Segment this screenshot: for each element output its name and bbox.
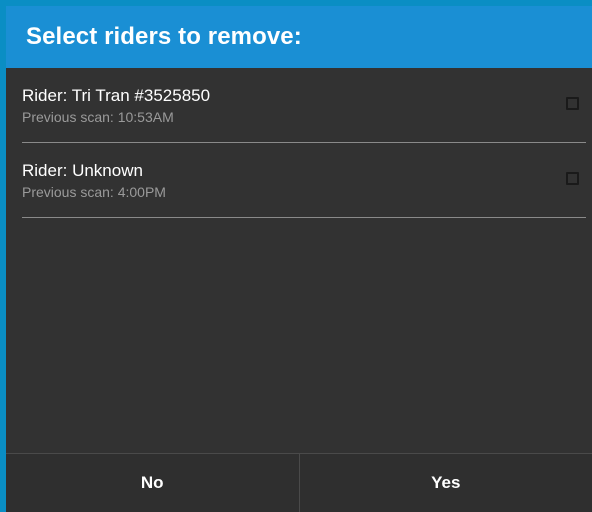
no-button[interactable]: No xyxy=(6,454,299,512)
rider-list-item[interactable]: Rider: Unknown Previous scan: 4:00PM xyxy=(22,143,586,218)
remove-riders-dialog: Select riders to remove: Rider: Tri Tran… xyxy=(6,6,592,512)
dialog-title: Select riders to remove: xyxy=(26,23,302,50)
rider-checkbox[interactable] xyxy=(566,97,579,110)
rider-list: Rider: Tri Tran #3525850 Previous scan: … xyxy=(6,68,592,453)
rider-name: Rider: Unknown xyxy=(22,161,143,180)
rider-previous-scan: Previous scan: 4:00PM xyxy=(22,184,166,200)
rider-checkbox[interactable] xyxy=(566,172,579,185)
rider-previous-scan: Previous scan: 10:53AM xyxy=(22,109,174,125)
dialog-button-bar: No Yes xyxy=(6,453,592,512)
rider-name: Rider: Tri Tran #3525850 xyxy=(22,86,211,105)
rider-list-item[interactable]: Rider: Tri Tran #3525850 Previous scan: … xyxy=(22,68,586,143)
yes-button[interactable]: Yes xyxy=(298,454,592,512)
screen-frame: Select riders to remove: Rider: Tri Tran… xyxy=(0,0,592,512)
dialog-header: Select riders to remove: xyxy=(6,6,592,68)
